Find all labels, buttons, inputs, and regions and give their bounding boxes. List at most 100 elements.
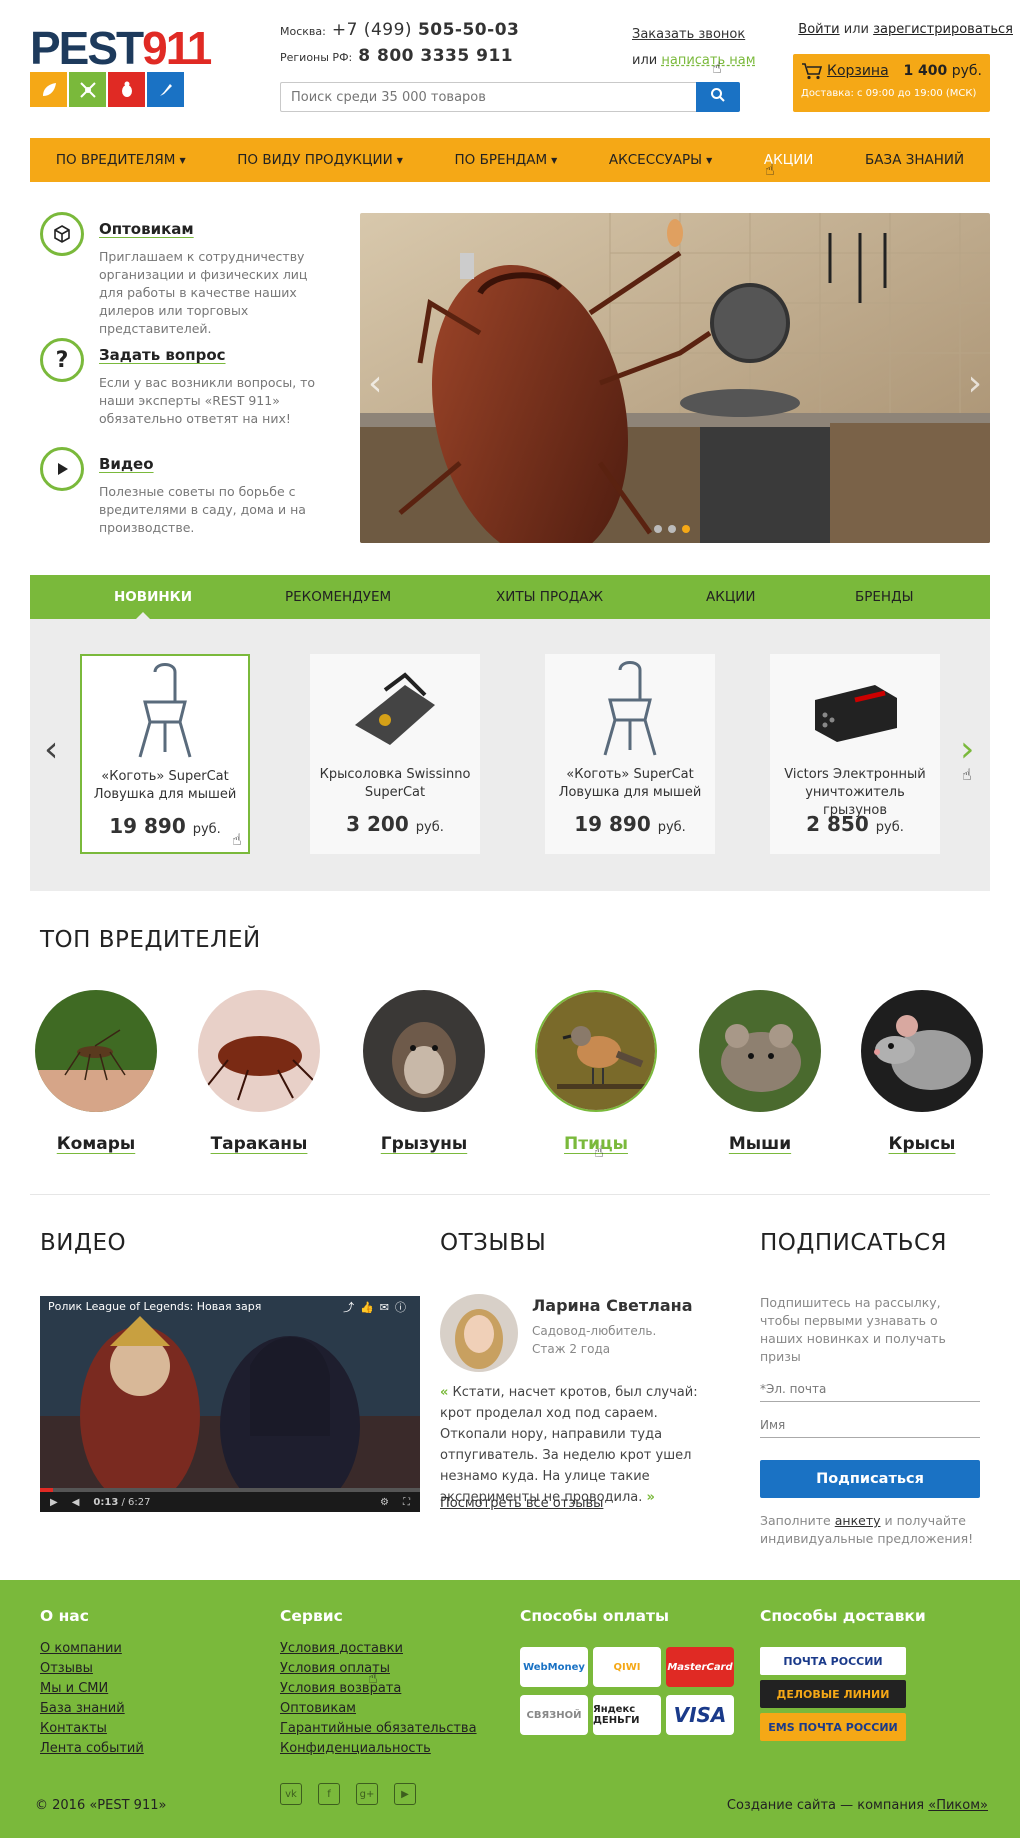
tab-promotions[interactable]: АКЦИИ	[706, 589, 756, 605]
ask-question-link[interactable]: Задать вопрос	[99, 346, 226, 364]
play-icon[interactable]: ▶	[50, 1497, 58, 1508]
callback-block: Заказать звонок или написать нам	[632, 22, 772, 74]
google-plus-icon[interactable]: g+	[356, 1783, 378, 1805]
video-share-icons[interactable]: ⤴👍✉ⓘ	[343, 1299, 412, 1315]
footer-link[interactable]: Отзывы	[40, 1659, 144, 1679]
qiwi-logo: QIWI	[593, 1647, 661, 1687]
footer-link[interactable]: База знаний	[40, 1699, 144, 1719]
settings-icon[interactable]: ⚙	[380, 1497, 389, 1508]
phone-moscow-number[interactable]: +7 (499) 505-50-03	[332, 20, 520, 40]
search-button[interactable]	[696, 82, 740, 112]
survey-link[interactable]: анкету	[835, 1513, 881, 1528]
video-frame-image	[40, 1296, 420, 1512]
pest-item-mosquitoes[interactable]: Комары	[34, 990, 158, 1154]
cart-widget[interactable]: Корзина 1 400 руб. Доставка: с 09:00 до …	[793, 54, 990, 112]
facebook-icon[interactable]: f	[318, 1783, 340, 1805]
nav-item-accessories[interactable]: АКСЕССУАРЫ ▼	[601, 152, 720, 168]
product-card[interactable]: Victors Электронный уничтожитель грызуно…	[770, 654, 940, 854]
video-controls: ▶ ◀ 0:13 / 6:27 ⚙ ⛶	[40, 1492, 420, 1512]
footer-link[interactable]: Гарантийные обязательства	[280, 1719, 477, 1739]
product-card[interactable]: Крысоловка Swissinno SuperCat 3 200 руб.	[310, 654, 480, 854]
callback-link[interactable]: Заказать звонок	[632, 27, 745, 42]
copyright: © 2016 «PEST 911»	[35, 1798, 167, 1813]
video-section-title: ВИДЕО	[40, 1230, 127, 1256]
footer-link[interactable]: Лента событий	[40, 1739, 144, 1759]
logo-text-pest: PEST	[30, 22, 144, 74]
slider-next-arrow[interactable]: ›	[968, 363, 982, 404]
tab-bestsellers[interactable]: ХИТЫ ПРОДАЖ	[496, 589, 603, 605]
footer-link[interactable]: Условия оплаты	[280, 1659, 477, 1679]
rat-photo	[861, 990, 983, 1112]
video-link[interactable]: Видео	[99, 455, 154, 473]
phone-block: Москва: +7 (499) 505-50-03 Регионы РФ: 8…	[280, 20, 540, 72]
nav-item-knowledge-base[interactable]: БАЗА ЗНАНИЙ	[857, 152, 972, 168]
tab-new[interactable]: НОВИНКИ	[114, 589, 192, 605]
volume-icon[interactable]: ◀	[72, 1497, 80, 1508]
footer-link[interactable]: Условия доставки	[280, 1639, 477, 1659]
hand-cursor-icon: ☝	[765, 160, 775, 179]
pest-item-mice[interactable]: Мыши	[698, 990, 822, 1154]
slider-dots	[654, 525, 690, 533]
nav-item-label: ПО ВИДУ ПРОДУКЦИИ	[237, 152, 393, 168]
nav-item-pests[interactable]: ПО ВРЕДИТЕЛЯМ ▼	[48, 152, 194, 168]
search-icon	[711, 87, 725, 102]
carousel-next-arrow[interactable]: ›	[960, 729, 974, 770]
carousel-prev-arrow[interactable]: ‹	[44, 729, 58, 770]
tab-recommended[interactable]: РЕКОМЕНДУЕМ	[285, 589, 391, 605]
made-by: Создание сайта — компания «Пиком»	[727, 1798, 988, 1813]
yandex-money-logo: Яндекс ДЕНЬГИ	[593, 1695, 661, 1735]
mouse-photo	[699, 990, 821, 1112]
footer-link[interactable]: Контакты	[40, 1719, 144, 1739]
rat-trap-image	[310, 654, 480, 766]
footer-link[interactable]: Мы и СМИ	[40, 1679, 144, 1699]
video-time-current: 0:13	[93, 1496, 119, 1508]
all-reviews-link[interactable]: Посмотреть все отзывы	[440, 1496, 603, 1511]
hero-banner[interactable]: ‹ ›	[360, 213, 990, 543]
made-by-link[interactable]: «Пиком»	[928, 1798, 988, 1813]
open-quote-icon: «	[440, 1385, 449, 1400]
product-price: 19 890 руб.	[545, 812, 715, 836]
hand-cursor-icon: ☝	[712, 58, 722, 77]
logo[interactable]: PEST911	[30, 25, 212, 112]
slider-dot-active[interactable]	[682, 525, 690, 533]
product-currency: руб.	[192, 822, 221, 837]
footer-link[interactable]: Оптовикам	[280, 1699, 477, 1719]
slider-dot[interactable]	[668, 525, 676, 533]
tab-brands[interactable]: БРЕНДЫ	[855, 589, 914, 605]
vk-icon[interactable]: vk	[280, 1783, 302, 1805]
note-text-a: Заполните	[760, 1513, 831, 1528]
search-input[interactable]	[280, 82, 696, 112]
fullscreen-icon[interactable]: ⛶	[403, 1497, 410, 1508]
cart-link[interactable]: Корзина	[827, 63, 889, 79]
youtube-icon[interactable]: ▶	[394, 1783, 416, 1805]
pest-item-rodents[interactable]: Грызуны	[362, 990, 486, 1154]
slider-prev-arrow[interactable]: ‹	[368, 363, 382, 404]
write-us-link[interactable]: написать нам	[661, 53, 755, 68]
nav-item-product-type[interactable]: ПО ВИДУ ПРОДУКЦИИ ▼	[229, 152, 411, 168]
name-field[interactable]: Имя	[760, 1416, 980, 1438]
pest-item-rats[interactable]: Крысы	[860, 990, 984, 1154]
nav-item-brands[interactable]: ПО БРЕНДАМ ▼	[447, 152, 566, 168]
video-player[interactable]: Ролик League of Legends: Новая заря ⤴👍✉ⓘ…	[40, 1296, 420, 1512]
product-card[interactable]: «Коготь» SuperCat Ловушка для мышей 19 8…	[545, 654, 715, 854]
phone-regions-number[interactable]: 8 800 3335 911	[358, 46, 513, 66]
slider-dot[interactable]	[654, 525, 662, 533]
pest-item-birds[interactable]: Птицы	[534, 990, 658, 1154]
footer-link[interactable]: Условия возврата	[280, 1679, 477, 1699]
login-link[interactable]: Войти	[798, 22, 839, 37]
kitchen-cockroach-image	[360, 213, 990, 543]
footer-link[interactable]: О компании	[40, 1639, 144, 1659]
nav-item-label: БАЗА ЗНАНИЙ	[865, 152, 965, 168]
reviewer-name: Ларина Светлана	[532, 1296, 693, 1315]
wholesale-link[interactable]: Оптовикам	[99, 220, 194, 238]
product-price-value: 2 850	[806, 812, 869, 836]
close-quote-icon: »	[646, 1490, 655, 1505]
subscribe-title: ПОДПИСАТЬСЯ	[760, 1230, 948, 1256]
subscribe-button[interactable]: Подписаться	[760, 1460, 980, 1498]
register-link[interactable]: зарегистрироваться	[873, 22, 1013, 37]
product-card[interactable]: «Коготь» SuperCat Ловушка для мышей 19 8…	[80, 654, 250, 854]
product-price: 2 850 руб.	[770, 812, 940, 836]
pest-item-cockroaches[interactable]: Тараканы	[197, 990, 321, 1154]
footer-link[interactable]: Конфиденциальность	[280, 1739, 477, 1759]
email-field[interactable]: *Эл. почта	[760, 1380, 980, 1402]
